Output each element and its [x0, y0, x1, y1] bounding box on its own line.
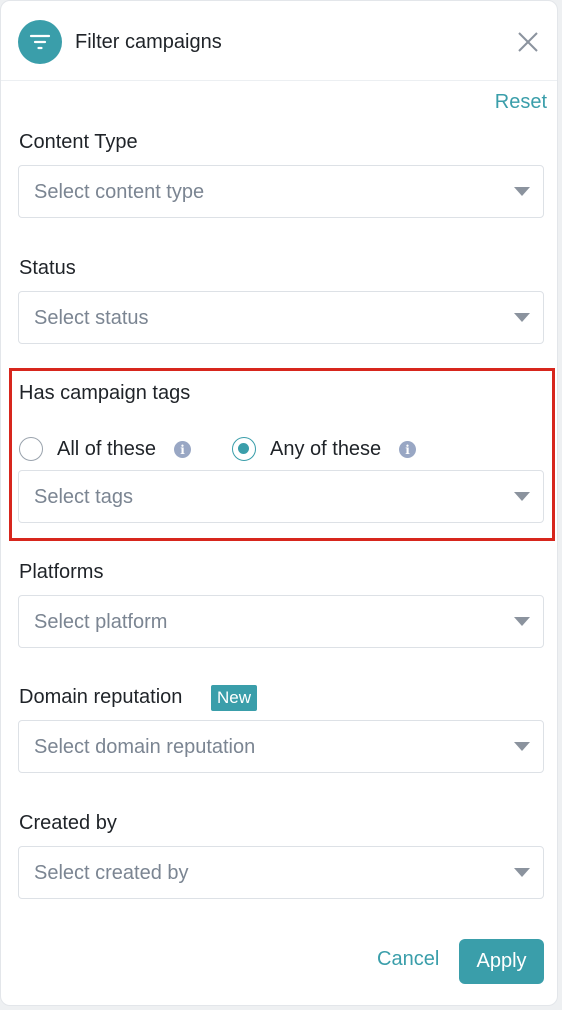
campaign-tags-label: Has campaign tags: [19, 382, 191, 404]
chevron-down-icon: [514, 617, 530, 626]
platforms-placeholder: Select platform: [34, 611, 168, 633]
filter-icon: [18, 20, 62, 64]
filter-lines-icon: [29, 34, 51, 50]
panel-header: Filter campaigns: [1, 1, 557, 81]
chevron-down-icon: [514, 868, 530, 877]
close-icon: [518, 32, 538, 52]
apply-button[interactable]: Apply: [459, 939, 544, 984]
domain-reputation-select[interactable]: Select domain reputation: [18, 720, 544, 773]
filter-campaigns-panel: Filter campaigns Reset Content Type Sele…: [0, 0, 558, 1006]
info-icon[interactable]: i: [174, 441, 191, 458]
radio-any-of-these[interactable]: [232, 437, 256, 461]
cancel-button[interactable]: Cancel: [377, 948, 439, 971]
status-placeholder: Select status: [34, 307, 149, 329]
platforms-label: Platforms: [19, 561, 104, 583]
chevron-down-icon: [514, 313, 530, 322]
radio-all-of-these-label: All of these: [57, 438, 156, 460]
radio-all-of-these[interactable]: [19, 437, 43, 461]
domain-reputation-label: Domain reputation: [19, 686, 183, 708]
radio-any-of-these-label: Any of these: [270, 438, 382, 460]
platforms-select[interactable]: Select platform: [18, 595, 544, 648]
chevron-down-icon: [514, 742, 530, 751]
content-type-select[interactable]: Select content type: [18, 165, 544, 218]
panel-title: Filter campaigns: [75, 31, 222, 53]
tags-select[interactable]: Select tags: [18, 470, 544, 523]
chevron-down-icon: [514, 492, 530, 501]
chevron-down-icon: [514, 187, 530, 196]
content-type-placeholder: Select content type: [34, 181, 205, 203]
close-button[interactable]: [513, 27, 543, 57]
created-by-select[interactable]: Select created by: [18, 846, 544, 899]
created-by-label: Created by: [19, 812, 117, 834]
status-label: Status: [19, 257, 76, 279]
reset-link[interactable]: Reset: [495, 91, 547, 114]
domain-reputation-placeholder: Select domain reputation: [34, 736, 256, 758]
status-select[interactable]: Select status: [18, 291, 544, 344]
created-by-placeholder: Select created by: [34, 862, 189, 884]
info-icon[interactable]: i: [399, 441, 416, 458]
content-type-label: Content Type: [19, 131, 138, 153]
tags-placeholder: Select tags: [34, 486, 133, 508]
new-badge: New: [211, 685, 258, 711]
